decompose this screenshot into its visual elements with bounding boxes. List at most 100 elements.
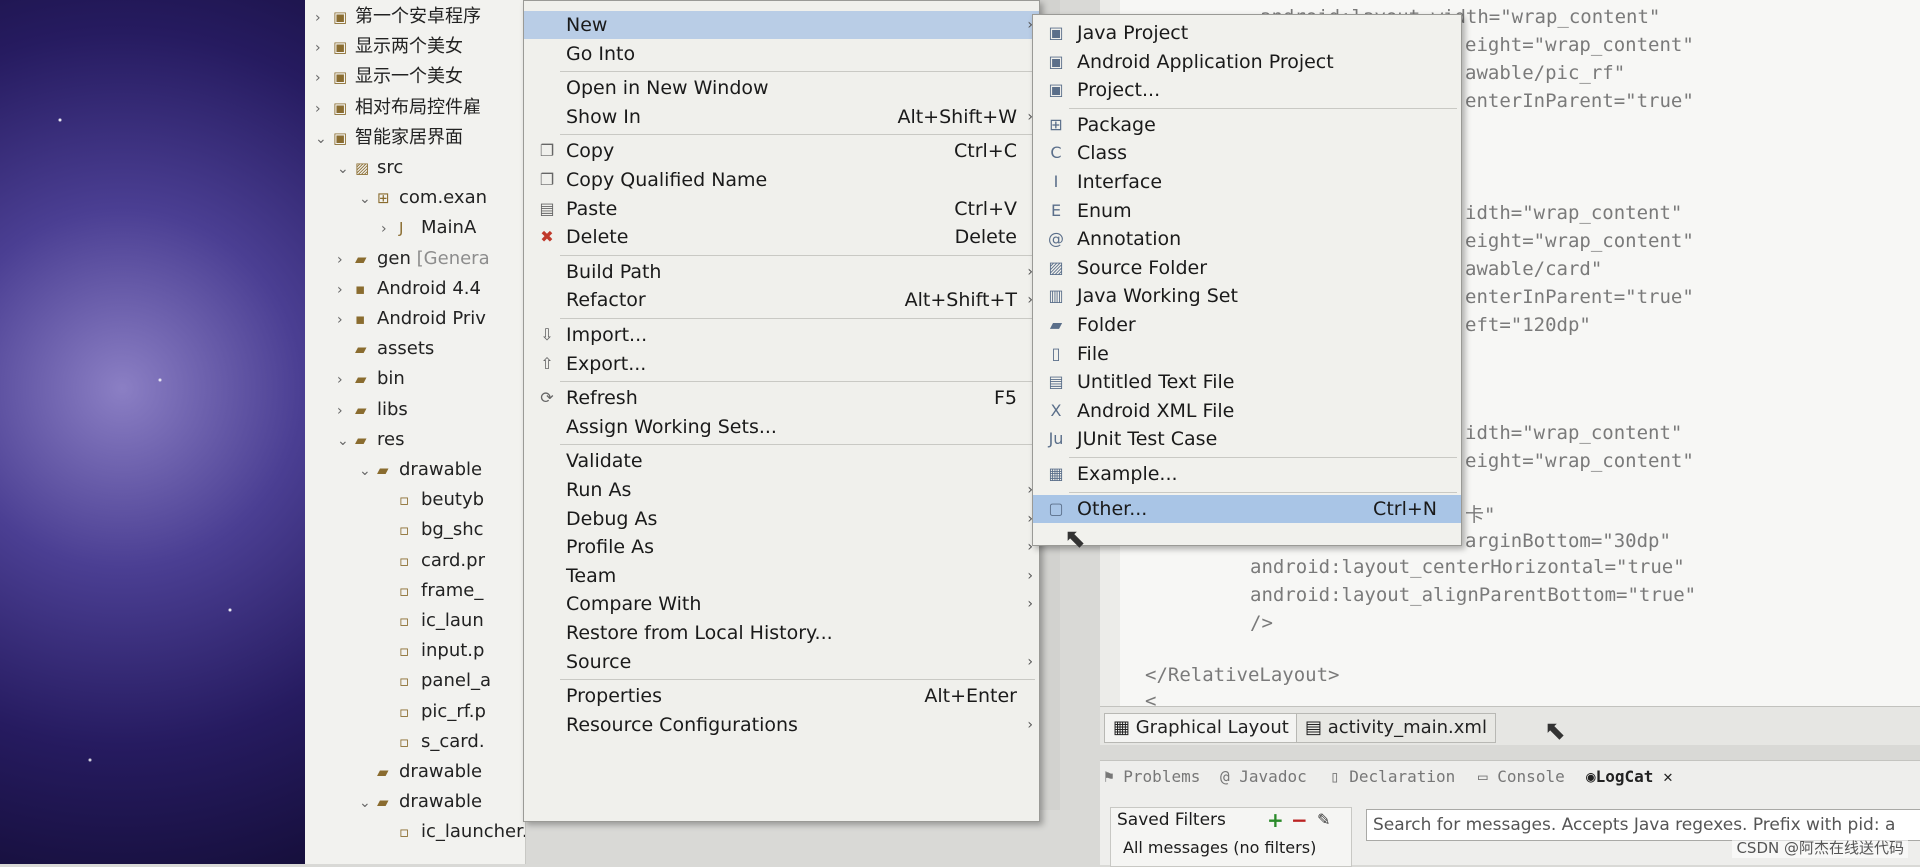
filter-all-messages[interactable]: All messages (no filters)	[1123, 838, 1316, 857]
tree-item[interactable]: ▰ drawable	[359, 757, 482, 787]
tree-item[interactable]: ▫ ic_laun	[381, 606, 484, 636]
menu-item-profile-as[interactable]: Profile As ›	[524, 533, 1039, 561]
new-item-class[interactable]: C Class	[1033, 139, 1461, 167]
chevron-down-icon[interactable]: ⌄	[359, 456, 377, 486]
new-item-android-xml-file[interactable]: X Android XML File	[1033, 397, 1461, 425]
tree-item[interactable]: › ▣ 第一个安卓程序	[315, 2, 481, 32]
menu-item-validate[interactable]: Validate	[524, 447, 1039, 475]
new-item-enum[interactable]: E Enum	[1033, 197, 1461, 225]
menu-item-refactor[interactable]: Refactor Alt+Shift+T ›	[524, 286, 1039, 314]
tree-item[interactable]: ⌄ ⊞ com.exan	[359, 183, 487, 213]
tree-item[interactable]: › ▣ 相对布局控件雇	[315, 93, 481, 123]
menu-item-import[interactable]: ⇩ Import...	[524, 321, 1039, 349]
chevron-down-icon[interactable]: ⌄	[337, 426, 355, 456]
new-item-example[interactable]: ▦ Example...	[1033, 460, 1461, 488]
new-item-untitled-text-file[interactable]: ▤ Untitled Text File	[1033, 368, 1461, 396]
chevron-down-icon[interactable]: ⌄	[359, 788, 377, 818]
tree-item[interactable]: ⌄ ▣ 智能家居界面	[315, 123, 463, 153]
tab-console[interactable]: ▭ Console	[1478, 767, 1565, 786]
declaration-icon: ▯	[1330, 767, 1340, 786]
chevron-right-icon[interactable]: ›	[337, 365, 355, 395]
edit-filter-icon[interactable]: ✎	[1317, 810, 1330, 829]
chevron-right-icon[interactable]: ›	[315, 63, 333, 93]
tab-graphical-layout[interactable]: ▦ Graphical Layout	[1104, 713, 1298, 743]
tree-item[interactable]: ▫ input.p	[381, 636, 484, 666]
new-item-java-working-set[interactable]: ▥ Java Working Set	[1033, 282, 1461, 310]
new-item-source-folder[interactable]: ▨ Source Folder	[1033, 254, 1461, 282]
chevron-right-icon[interactable]: ›	[337, 275, 355, 305]
tab-activity-main-xml[interactable]: ▤ activity_main.xml	[1296, 713, 1496, 743]
code-line: eft="120dp"	[1465, 314, 1591, 336]
tab-logcat[interactable]: ◉LogCat ✕	[1586, 767, 1673, 786]
tree-item[interactable]: ⌄ ▰ drawable	[359, 787, 482, 817]
tree-item[interactable]: ▫ frame_	[381, 576, 483, 606]
new-item-other[interactable]: ▢ Other... Ctrl+N	[1033, 494, 1461, 523]
tree-item[interactable]: ▫ ic_launcher.png	[381, 817, 525, 847]
new-item-junit-test-case[interactable]: Ju JUnit Test Case	[1033, 425, 1461, 453]
tree-item[interactable]: ▫ beutyb	[381, 485, 484, 515]
menu-item-new[interactable]: New ›	[524, 11, 1039, 39]
chevron-down-icon[interactable]: ⌄	[359, 184, 377, 214]
menu-item-source[interactable]: Source ›	[524, 648, 1039, 676]
tree-item[interactable]: ▫ card.pr	[381, 546, 485, 576]
menu-item-copy[interactable]: ❐ Copy Ctrl+C	[524, 137, 1039, 165]
menu-item-refresh[interactable]: ⟳ Refresh F5	[524, 384, 1039, 412]
menu-item-team[interactable]: Team ›	[524, 562, 1039, 590]
chevron-right-icon[interactable]: ›	[315, 3, 333, 33]
chevron-right-icon[interactable]: ›	[337, 305, 355, 335]
menu-item-run-as[interactable]: Run As ›	[524, 476, 1039, 504]
menu-item-export[interactable]: ⇧ Export...	[524, 350, 1039, 378]
new-item-package[interactable]: ⊞ Package	[1033, 111, 1461, 139]
new-item-file[interactable]: ▯ File	[1033, 340, 1461, 368]
menu-item-restore-from-local-history[interactable]: Restore from Local History...	[524, 619, 1039, 647]
close-icon[interactable]: ✕	[1663, 767, 1673, 786]
tree-item[interactable]: ▫ pic_rf.p	[381, 697, 486, 727]
tree-item[interactable]: ▫ s_card.	[381, 727, 485, 757]
tree-item[interactable]: › ▣ 显示两个美女	[315, 32, 463, 62]
new-item-android-application-project[interactable]: ▣ Android Application Project	[1033, 48, 1461, 76]
chevron-right-icon[interactable]: ›	[315, 33, 333, 63]
tree-item[interactable]: › ▪ Android 4.4	[337, 274, 481, 304]
tab-problems[interactable]: ⚑ Problems	[1104, 767, 1200, 786]
tree-item[interactable]: › J MainA	[381, 213, 476, 243]
tree-item[interactable]: ▫ panel_a	[381, 666, 491, 696]
menu-item-assign-working-sets[interactable]: Assign Working Sets...	[524, 413, 1039, 441]
chevron-right-icon[interactable]: ›	[315, 94, 333, 124]
chevron-down-icon[interactable]: ⌄	[315, 124, 333, 154]
chevron-right-icon[interactable]: ›	[337, 396, 355, 426]
tree-item[interactable]: › ▰ bin	[337, 364, 405, 394]
menu-item-build-path[interactable]: Build Path ›	[524, 258, 1039, 286]
new-item-folder[interactable]: ▰ Folder	[1033, 311, 1461, 339]
tree-item[interactable]: ▰ assets	[337, 334, 434, 364]
menu-item-resource-configurations[interactable]: Resource Configurations ›	[524, 711, 1039, 739]
tree-item[interactable]: › ▰ gen [Genera	[337, 244, 490, 274]
tab-javadoc[interactable]: @ Javadoc	[1220, 767, 1307, 786]
menu-item-compare-with[interactable]: Compare With ›	[524, 590, 1039, 618]
tree-item[interactable]: ⌄ ▰ drawable	[359, 455, 482, 485]
tree-item[interactable]: › ▣ 显示一个美女	[315, 62, 463, 92]
menu-item-copy-qualified-name[interactable]: ❐ Copy Qualified Name	[524, 166, 1039, 194]
tab-declaration[interactable]: ▯ Declaration	[1330, 767, 1455, 786]
new-item-annotation[interactable]: @ Annotation	[1033, 225, 1461, 253]
new-item-project[interactable]: ▣ Project...	[1033, 76, 1461, 104]
menu-item-delete[interactable]: ✖ Delete Delete	[524, 223, 1039, 251]
menu-item-open-in-new-window[interactable]: Open in New Window	[524, 74, 1039, 102]
chevron-down-icon[interactable]: ⌄	[337, 154, 355, 184]
tree-item[interactable]: › ▰ libs	[337, 395, 408, 425]
menu-item-properties[interactable]: Properties Alt+Enter	[524, 682, 1039, 710]
menu-item-paste[interactable]: ▤ Paste Ctrl+V	[524, 195, 1039, 223]
tree-item[interactable]: ⌄ ▰ res	[337, 425, 404, 455]
add-filter-icon[interactable]: +	[1267, 808, 1284, 832]
tree-item[interactable]: › ▪ Android Priv	[337, 304, 486, 334]
new-item-java-project[interactable]: ▣ Java Project	[1033, 19, 1461, 47]
menu-item-show-in[interactable]: Show In Alt+Shift+W ›	[524, 103, 1039, 131]
new-item-interface[interactable]: I Interface	[1033, 168, 1461, 196]
tree-item[interactable]: ⌄ ▨ src	[337, 153, 403, 183]
chevron-right-icon[interactable]: ›	[381, 214, 399, 244]
remove-filter-icon[interactable]: −	[1291, 808, 1308, 832]
menu-item-label: Copy	[566, 140, 615, 163]
menu-item-debug-as[interactable]: Debug As ›	[524, 505, 1039, 533]
menu-item-go-into[interactable]: Go Into	[524, 40, 1039, 68]
tree-item[interactable]: ▫ bg_shc	[381, 515, 484, 545]
chevron-right-icon[interactable]: ›	[337, 245, 355, 275]
